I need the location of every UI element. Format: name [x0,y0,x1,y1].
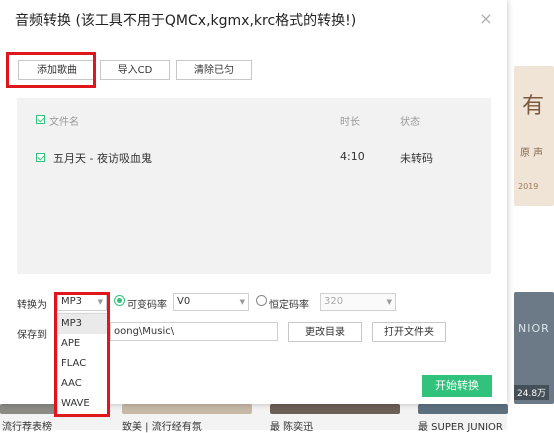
cbr-label: 恒定码率 [269,300,309,311]
album-art-right[interactable]: NIOR 24.8万 [514,292,554,404]
format-select-value: MP3 [61,296,83,307]
clear-done-button[interactable]: 清除已匀 [176,60,252,80]
album-art-bottom-2[interactable] [122,404,252,414]
row-checkbox[interactable] [36,153,45,162]
play-count-badge: 24.8万 [514,385,550,400]
change-dir-button[interactable]: 更改目录 [288,322,362,342]
start-convert-button[interactable]: 开始转换 [422,375,492,397]
format-option-mp3[interactable]: MP3 [58,314,107,334]
vbr-select-value: V0 [177,296,191,307]
vbr-label: 可变码率 [127,300,167,311]
cbr-radio[interactable] [256,295,267,306]
save-path-field[interactable]: oong\Music\ [110,322,278,341]
album-art-char: 有 [522,94,545,119]
cbr-select[interactable]: 320 ▼ [320,293,396,311]
playlist-label[interactable]: 致美 | 流行经有氛 [122,418,202,433]
close-icon[interactable]: × [478,10,494,28]
album-art-bottom-4[interactable] [418,404,508,414]
open-folder-button[interactable]: 打开文件夹 [372,322,446,342]
add-song-button[interactable]: 添加歌曲 [18,60,96,80]
format-option-wave[interactable]: WAVE [58,394,107,414]
vbr-radio[interactable] [114,295,125,306]
select-all-checkbox[interactable] [36,115,45,124]
format-dropdown-list: MP3 APE FLAC AAC WAVE [57,313,108,415]
playlist-label[interactable]: 流行荐表榜 [2,418,52,433]
audio-convert-dialog: 音频转换 (该工具不用于QMCx,kgmx,krc格式的转换!) × 添加歌曲 … [0,0,507,417]
chevron-down-icon: ▼ [97,298,103,306]
dialog-title: 音频转换 (该工具不用于QMCx,kgmx,krc格式的转换!) [15,13,357,29]
playlist-label[interactable]: 最 SUPER JUNIOR [418,418,503,433]
album-art-bottom-3[interactable] [270,404,400,414]
format-option-aac[interactable]: AAC [58,374,107,394]
import-cd-button[interactable]: 导入CD [100,60,170,80]
convert-to-label: 转换为 [17,300,47,311]
chevron-down-icon: ▼ [386,298,392,306]
vbr-select[interactable]: V0 ▼ [173,293,249,311]
column-header-status: 状态 [400,117,420,128]
column-header-filename: 文件名 [49,117,79,128]
album-art-text: NIOR [518,322,550,335]
cbr-select-value: 320 [324,296,344,307]
playlist-label[interactable]: 最 陈奕迅 [270,418,313,433]
album-art-subtitle: 原 声 [520,148,544,159]
format-select[interactable]: MP3 ▼ [57,293,107,311]
album-art-year: 2019 [518,182,539,191]
column-header-duration: 时长 [340,117,360,128]
song-status: 未转码 [400,152,433,165]
format-option-ape[interactable]: APE [58,334,107,354]
format-option-flac[interactable]: FLAC [58,354,107,374]
song-name: 五月天 - 夜访吸血鬼 [53,152,152,165]
chevron-down-icon: ▼ [239,298,245,306]
save-to-label: 保存到 [17,330,47,341]
album-art-top[interactable]: 有 原 声 2019 [514,66,554,206]
song-duration: 4:10 [340,150,365,163]
